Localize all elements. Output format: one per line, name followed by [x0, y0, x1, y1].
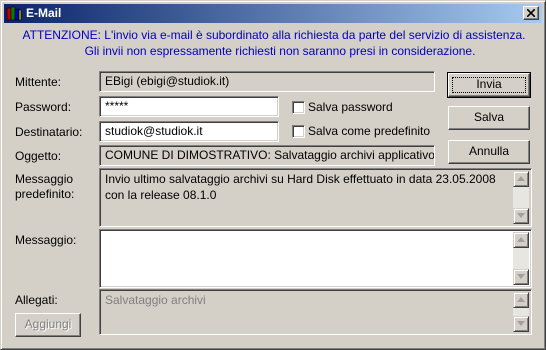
notice-line-2: Gli invii non espressamente richiesti no…: [84, 44, 476, 58]
salva-password-checkbox[interactable]: [292, 101, 305, 114]
messaggio-label: Messaggio:: [15, 233, 77, 247]
salva-predefinito-checkbox[interactable]: [292, 125, 305, 138]
annulla-button[interactable]: Annulla: [448, 140, 530, 164]
messaggio-predefinito-line-2: con la release 08.1.0: [105, 188, 217, 202]
salva-predefinito-label: Salva come predefinito: [308, 124, 431, 138]
arrow-up-icon: [517, 297, 525, 302]
window-title: E-Mail: [26, 6, 62, 20]
annulla-button-label: Annulla: [468, 144, 510, 158]
arrow-down-icon: [517, 274, 525, 279]
messaggio-predefinito-line-1: Invio ultimo salvataggio archivi su Hard…: [105, 172, 496, 186]
messaggio-predefinito-label-2: predefinito:: [15, 187, 75, 201]
oggetto-label: Oggetto:: [15, 149, 62, 163]
allegati-item: Salvataggio archivi: [105, 293, 206, 307]
allegati-label: Allegati:: [15, 293, 58, 307]
salva-password-label: Salva password: [308, 100, 393, 114]
close-icon: [527, 9, 535, 17]
allegati-scrollbar[interactable]: [513, 292, 529, 332]
scroll-down-button[interactable]: [513, 208, 529, 224]
messaggio-predefinito-label-1: Messaggio: [15, 172, 74, 186]
arrow-down-icon: [517, 213, 525, 218]
scroll-up-button[interactable]: [513, 292, 529, 308]
scroll-up-button[interactable]: [513, 171, 529, 187]
allegati-list[interactable]: Salvataggio archivi: [99, 289, 532, 335]
salva-button-label: Salva: [473, 110, 505, 124]
mittente-label: Mittente:: [15, 75, 62, 89]
destinatario-label: Destinatario:: [15, 125, 83, 139]
invia-button[interactable]: Invia: [447, 72, 531, 98]
aggiungi-button[interactable]: Aggiungi: [15, 313, 81, 337]
close-button[interactable]: [523, 6, 539, 20]
books-icon: [6, 5, 22, 21]
aggiungi-button-label: Aggiungi: [24, 317, 72, 331]
scroll-up-button[interactable]: [513, 232, 529, 248]
messaggio-predefinito-area: Invio ultimo salvataggio archivi su Hard…: [99, 168, 532, 227]
notice-line-1: ATTENZIONE: L'invio via e-mail è subordi…: [22, 28, 526, 42]
title-bar[interactable]: E-Mail: [4, 4, 542, 23]
oggetto-field: COMUNE DI DIMOSTRATIVO: Salvataggio arch…: [99, 145, 435, 166]
password-label: Password:: [15, 100, 72, 114]
messaggio-predefinito-scrollbar[interactable]: [513, 171, 529, 224]
arrow-up-icon: [517, 176, 525, 181]
scroll-down-button[interactable]: [513, 269, 529, 285]
destinatario-field[interactable]: studiok@studiok.it: [99, 121, 279, 142]
email-dialog: E-Mail ATTENZIONE: L'invio via e-mail è …: [0, 0, 546, 350]
salva-button[interactable]: Salva: [448, 106, 530, 130]
messaggio-textarea[interactable]: [99, 229, 532, 288]
arrow-down-icon: [517, 321, 525, 326]
messaggio-scrollbar[interactable]: [513, 232, 529, 285]
mittente-field: EBigi (ebigi@studiok.it): [99, 71, 435, 92]
scroll-down-button[interactable]: [513, 316, 529, 332]
arrow-up-icon: [517, 237, 525, 242]
password-field[interactable]: *****: [99, 96, 279, 117]
